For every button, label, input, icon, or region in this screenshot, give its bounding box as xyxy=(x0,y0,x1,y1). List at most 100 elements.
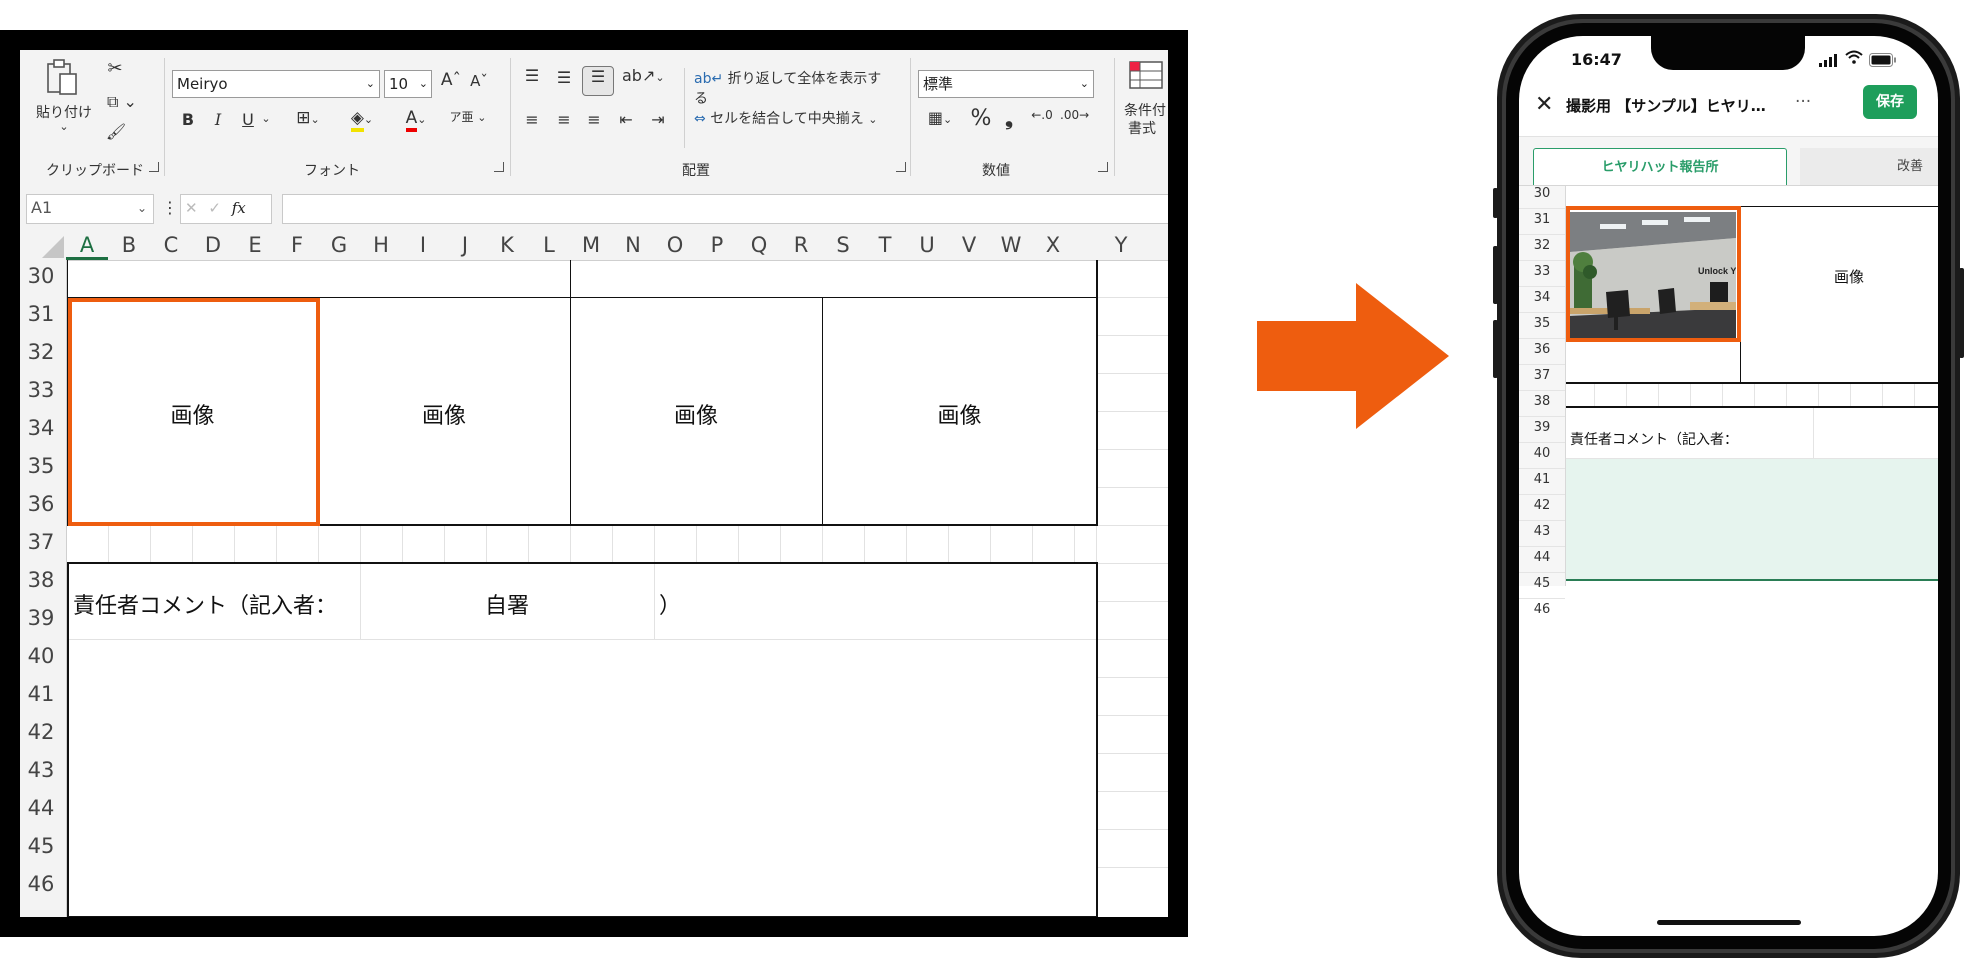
formula-bar-menu-icon[interactable]: ⋮ xyxy=(162,198,178,217)
italic-button[interactable]: I xyxy=(208,110,228,129)
row-header[interactable]: 41 xyxy=(20,682,62,706)
underline-dropdown-icon[interactable]: ⌄ xyxy=(260,112,272,125)
row-header[interactable]: 37 xyxy=(20,530,62,554)
font-launcher-icon[interactable] xyxy=(494,162,504,172)
column-header[interactable]: D xyxy=(192,230,234,260)
alignment-launcher-icon[interactable] xyxy=(896,162,906,172)
row-header[interactable]: 32 xyxy=(1519,238,1565,253)
wrap-text-button[interactable]: ab↵ 折り返して全体を表示する xyxy=(694,68,884,108)
copy-icon[interactable]: ⧉ ⌄ xyxy=(104,92,140,114)
row-header[interactable]: 41 xyxy=(1519,472,1565,487)
row-header[interactable]: 39 xyxy=(1519,420,1565,435)
font-size-select[interactable]: 10 ⌄ xyxy=(384,70,432,98)
row-header[interactable]: 43 xyxy=(1519,524,1565,539)
name-box[interactable]: A1 ⌄ xyxy=(26,194,154,224)
column-header[interactable]: B xyxy=(108,230,150,260)
column-header[interactable]: I xyxy=(402,230,444,260)
home-indicator[interactable] xyxy=(1657,920,1801,925)
column-header[interactable]: F xyxy=(276,230,318,260)
insert-function-icon[interactable]: fx xyxy=(232,199,246,217)
percent-button[interactable]: % xyxy=(970,106,992,131)
column-header[interactable]: H xyxy=(360,230,402,260)
column-header[interactable]: U xyxy=(906,230,948,260)
select-all-corner[interactable] xyxy=(20,230,66,260)
row-header[interactable]: 44 xyxy=(1519,550,1565,565)
close-icon[interactable]: ✕ xyxy=(1535,92,1553,117)
row-header[interactable]: 35 xyxy=(20,454,62,478)
column-header[interactable]: N xyxy=(612,230,654,260)
row-header[interactable]: 45 xyxy=(20,834,62,858)
row-header[interactable]: 42 xyxy=(20,720,62,744)
column-header[interactable]: J xyxy=(444,230,486,260)
format-painter-icon[interactable]: 🖌 xyxy=(104,122,128,146)
cut-icon[interactable]: ✂ xyxy=(104,58,126,80)
increase-font-icon[interactable]: Aˆ xyxy=(440,70,462,90)
align-left-icon[interactable]: ≡ xyxy=(520,110,544,129)
underline-button[interactable]: U xyxy=(238,110,258,129)
paste-dropdown-icon[interactable]: ⌄ xyxy=(54,120,74,133)
row-header[interactable]: 36 xyxy=(20,492,62,516)
column-header[interactable]: S xyxy=(822,230,864,260)
column-header[interactable]: E xyxy=(234,230,276,260)
row-header[interactable]: 43 xyxy=(20,758,62,782)
row-header[interactable]: 40 xyxy=(20,644,62,668)
conditional-format-label[interactable]: 条件付 xyxy=(1124,100,1168,120)
align-bottom-icon[interactable]: ☰ xyxy=(582,66,614,96)
clipboard-launcher-icon[interactable] xyxy=(149,162,159,172)
font-color-icon[interactable]: A⌄ xyxy=(396,108,436,132)
row-header[interactable]: 31 xyxy=(20,302,62,326)
row-header[interactable]: 38 xyxy=(1519,394,1565,409)
column-header[interactable]: R xyxy=(780,230,822,260)
merge-center-button[interactable]: ⇔ セルを結合して中央揃え ⌄ xyxy=(694,108,894,128)
row-header[interactable]: 33 xyxy=(20,378,62,402)
mobile-image-cell[interactable]: 画像 xyxy=(1834,266,1864,287)
font-name-select[interactable]: Meiryo ⌄ xyxy=(172,70,380,98)
column-header[interactable]: L xyxy=(528,230,570,260)
comma-button[interactable]: ❟ xyxy=(1000,106,1018,130)
enter-icon[interactable]: ✓ xyxy=(208,199,221,217)
paste-button[interactable]: 貼り付け xyxy=(34,102,94,122)
row-header[interactable]: 31 xyxy=(1519,212,1565,227)
align-middle-icon[interactable]: ☰ xyxy=(552,68,576,87)
number-format-select[interactable]: 標準 ⌄ xyxy=(918,70,1094,98)
bold-button[interactable]: B xyxy=(178,110,198,129)
column-header[interactable]: A xyxy=(66,230,108,260)
image-cell[interactable]: 画像 xyxy=(318,398,570,430)
align-center-icon[interactable]: ≡ xyxy=(552,110,576,129)
row-header[interactable]: 44 xyxy=(20,796,62,820)
column-header[interactable]: T xyxy=(864,230,906,260)
tab-sheet-2[interactable]: 改善 xyxy=(1800,148,1938,186)
formula-input[interactable] xyxy=(282,194,1168,224)
image-cell[interactable]: 画像 xyxy=(570,398,822,430)
decrease-indent-icon[interactable]: ⇤ xyxy=(614,110,638,129)
comment-input-area[interactable] xyxy=(1566,459,1938,579)
column-header[interactable]: O xyxy=(654,230,696,260)
row-header[interactable]: 32 xyxy=(20,340,62,364)
row-header[interactable]: 30 xyxy=(1519,186,1565,201)
signature-cell[interactable]: 自署 xyxy=(360,588,654,620)
column-header[interactable]: K xyxy=(486,230,528,260)
column-header[interactable]: X xyxy=(1032,230,1074,260)
number-launcher-icon[interactable] xyxy=(1098,162,1108,172)
decrease-decimal-icon[interactable]: .00→ xyxy=(1060,108,1089,122)
cancel-icon[interactable]: ✕ xyxy=(185,199,198,217)
conditional-format-icon[interactable] xyxy=(1128,58,1164,94)
row-header[interactable]: 34 xyxy=(20,416,62,440)
paste-icon[interactable] xyxy=(42,58,82,98)
more-icon[interactable]: ··· xyxy=(1795,92,1811,112)
row-header[interactable]: 46 xyxy=(1519,602,1565,617)
row-header[interactable]: 38 xyxy=(20,568,62,592)
orientation-icon[interactable]: ab↗⌄ xyxy=(622,66,665,85)
column-header[interactable]: W xyxy=(990,230,1032,260)
row-header[interactable]: 39 xyxy=(20,606,62,630)
increase-indent-icon[interactable]: ⇥ xyxy=(646,110,670,129)
save-button[interactable]: 保存 xyxy=(1863,85,1917,119)
mobile-worksheet-grid[interactable]: 責任者コメント（記入者： 画像 Unlock Y xyxy=(1566,186,1938,666)
row-header[interactable]: 30 xyxy=(20,264,62,288)
row-header[interactable]: 45 xyxy=(1519,576,1565,591)
row-header[interactable]: 42 xyxy=(1519,498,1565,513)
increase-decimal-icon[interactable]: ←.0 xyxy=(1028,108,1056,122)
row-header[interactable]: 37 xyxy=(1519,368,1565,383)
row-header[interactable]: 46 xyxy=(20,872,62,896)
accounting-format-icon[interactable]: ▦⌄ xyxy=(920,108,960,127)
